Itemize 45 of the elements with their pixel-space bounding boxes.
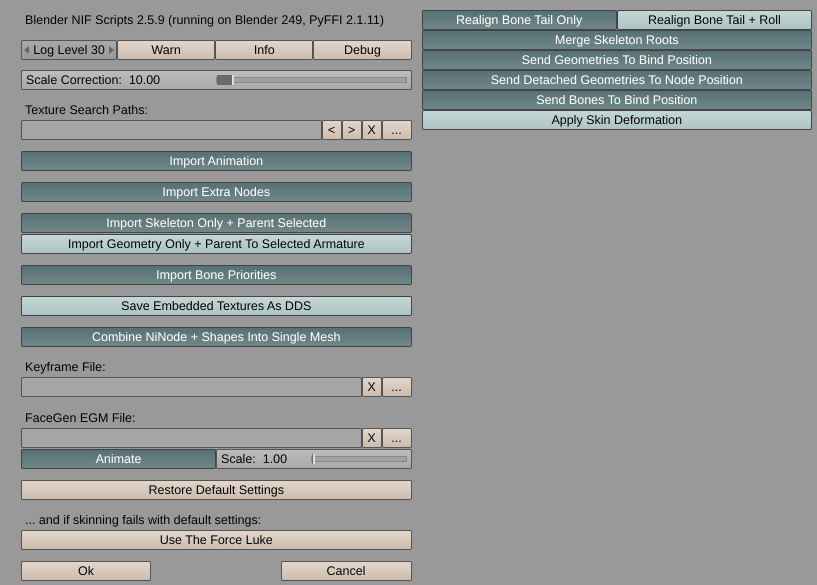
browse-button[interactable]: ...: [382, 377, 412, 397]
skeleton-toggle[interactable]: Merge Skeleton Roots: [422, 30, 812, 50]
scale-slider[interactable]: Scale: 1.00: [216, 449, 412, 469]
slider-thumb[interactable]: [217, 75, 234, 85]
skeleton-toggle[interactable]: Send Bones To Bind Position: [422, 90, 812, 110]
path-button[interactable]: X: [362, 377, 382, 397]
browse-button[interactable]: ...: [382, 428, 412, 448]
import-toggle[interactable]: Import Geometry Only + Parent To Selected Armature: [21, 234, 412, 254]
field-label: Keyframe File:: [24, 359, 107, 376]
scale-correction-slider[interactable]: Scale Correction: 10.00: [21, 70, 412, 90]
skeleton-toggle[interactable]: Send Detached Geometries To Node Position: [422, 70, 812, 90]
import-toggle[interactable]: Import Bone Priorities: [21, 265, 412, 285]
left-arrow-icon: [24, 46, 29, 54]
header-title: Blender NIF Scripts 2.5.9 (running on Blender 249, PyFFI 2.1.11): [24, 12, 385, 29]
slider-thumb[interactable]: [312, 454, 315, 464]
skeleton-toggle[interactable]: Apply Skin Deformation: [422, 110, 812, 130]
path-button[interactable]: >: [342, 120, 362, 140]
restore-defaults-button[interactable]: Restore Default Settings: [21, 480, 412, 500]
log-level-field[interactable]: Log Level 30: [21, 40, 117, 60]
browse-button[interactable]: ...: [382, 120, 412, 140]
path-field[interactable]: [21, 428, 362, 448]
import-toggle[interactable]: Import Skeleton Only + Parent Selected: [21, 213, 412, 233]
import-toggle[interactable]: Import Extra Nodes: [21, 182, 412, 202]
force-button[interactable]: Use The Force Luke: [21, 530, 412, 550]
path-button[interactable]: <: [322, 120, 342, 140]
realign-tab[interactable]: Realign Bone Tail + Roll: [616, 10, 812, 30]
log-level-button[interactable]: Debug: [313, 40, 412, 60]
path-field[interactable]: [21, 120, 322, 140]
ok-button[interactable]: Ok: [21, 561, 151, 581]
animate-toggle[interactable]: Animate: [21, 449, 216, 469]
import-toggle[interactable]: Combine NiNode + Shapes Into Single Mesh: [21, 327, 412, 347]
field-label: Texture Search Paths:: [24, 102, 149, 119]
path-button[interactable]: X: [362, 120, 382, 140]
import-toggle[interactable]: Import Animation: [21, 151, 412, 171]
cancel-button[interactable]: Cancel: [280, 561, 412, 581]
field-label: FaceGen EGM File:: [24, 410, 136, 427]
log-level-button[interactable]: Warn: [117, 40, 216, 60]
right-arrow-icon: [109, 46, 114, 54]
log-level-button[interactable]: Info: [215, 40, 314, 60]
path-field[interactable]: [21, 377, 362, 397]
path-button[interactable]: X: [362, 428, 382, 448]
import-toggle[interactable]: Save Embedded Textures As DDS: [21, 296, 412, 316]
skeleton-toggle[interactable]: Send Geometries To Bind Position: [422, 50, 812, 70]
realign-tab[interactable]: Realign Bone Tail Only: [422, 10, 617, 30]
hint-text: ... and if skinning fails with default settings:: [24, 512, 262, 529]
